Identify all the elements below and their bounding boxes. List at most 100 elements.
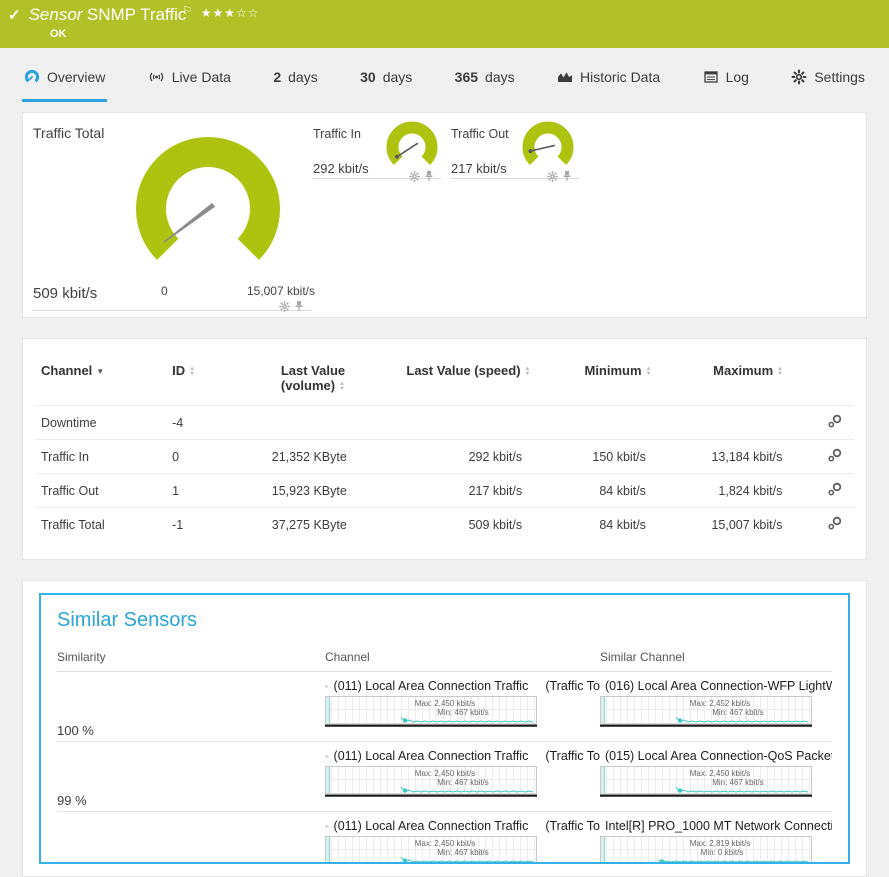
col-channel[interactable]: Channel▼ [35,353,166,406]
channel-mini-graph[interactable]: Max: 2,819 kbit/s Min: 0 kbit/s [600,836,812,864]
col-minimum[interactable]: Minimum▲▼ [556,353,680,406]
sort-icon: ▲▼ [777,367,783,377]
channel-settings-icon[interactable] [827,414,843,431]
channel-table: Channel▼ ID▲▼ Last Value(volume)▲▼ Last … [35,353,854,541]
table-row: Traffic Out 1 15,923 KByte 217 kbit/s 84… [35,474,854,508]
tab-30-days-number: 30 [360,69,376,85]
col-last-value-volume[interactable]: Last Value(volume)▲▼ [245,353,381,406]
similar-channel-link[interactable]: (015) Local Area Connection-QoS Packet S… [600,749,832,763]
sort-icon: ▲▼ [339,382,345,392]
similar-sensors-box: Similar Sensors Similarity Channel Simil… [39,593,850,864]
priority-stars[interactable]: ★★★☆☆ [201,6,260,20]
graph-max-label: Max: 2,450 kbit/s [690,769,750,778]
col-last-value-speed[interactable]: Last Value (speed)▲▼ [381,353,556,406]
gauge-scale-min: 0 [161,284,168,298]
graph-max-label: Max: 2,452 kbit/s [690,699,750,708]
settings-gear-icon [791,69,807,85]
tab-365-days-label: days [485,69,515,85]
gauge-settings-gear-icon[interactable] [547,169,558,187]
tab-historic-data[interactable]: Historic Data [555,62,662,102]
live-data-icon [148,69,165,85]
status-check-icon: ✓ [8,6,21,24]
col-maximum[interactable]: Maximum▲▼ [680,353,816,406]
graph-min-label: Min: 467 kbit/s [712,708,764,717]
graph-min-label: Min: 467 kbit/s [712,778,764,787]
traffic-total-gauge [123,129,293,281]
gauge-settings-gear-icon[interactable] [279,299,290,317]
channel-name[interactable]: Traffic Out [35,474,166,508]
tab-live-data[interactable]: Live Data [146,62,233,102]
similar-row: 85 % (011) Local Area Connection Traffic… [57,812,832,864]
gauge-icon [24,69,40,85]
move-icon [325,681,329,692]
move-icon [325,821,329,832]
channel-mini-graph[interactable]: Max: 2,450 kbit/s Min: 467 kbit/s [325,696,537,727]
tab-settings-label: Settings [814,69,865,85]
col-channel: Channel [325,650,600,664]
gauge-pin-icon[interactable] [294,299,304,317]
col-similar-channel: Similar Channel [600,650,832,664]
similar-sensors-header: Similarity Channel Similar Channel [57,650,832,672]
channel-settings-icon[interactable] [827,448,843,465]
table-row: Traffic Total -1 37,275 KByte 509 kbit/s… [35,508,854,542]
similar-row: 100 % (011) Local Area Connection Traffi… [57,672,832,742]
channel-mini-graph[interactable]: Max: 2,450 kbit/s Min: 467 kbit/s [325,836,537,864]
sort-icon: ▲▼ [525,367,531,377]
similar-sensors-panel: Similar Sensors Similarity Channel Simil… [22,580,867,877]
tab-365-days[interactable]: 365 days [453,62,517,102]
traffic-in-label: Traffic In [313,127,361,141]
flag-icon[interactable]: ⚐ [182,5,192,17]
tab-30-days[interactable]: 30 days [358,62,414,102]
channel-name[interactable]: Downtime [35,406,166,440]
sort-icon: ▲▼ [646,367,652,377]
channel-mini-graph[interactable]: Max: 2,450 kbit/s Min: 467 kbit/s [600,766,812,797]
channel-link[interactable]: (011) Local Area Connection Traffic (Tra… [325,679,600,693]
tab-settings[interactable]: Settings [789,62,867,102]
tab-2-days[interactable]: 2 days [271,62,319,102]
tab-log[interactable]: Log [701,62,751,102]
log-icon [703,69,719,85]
similarity-value: 100 % [57,723,325,741]
graph-max-label: Max: 2,450 kbit/s [415,699,475,708]
graph-min-label: Min: 467 kbit/s [437,848,489,857]
col-id[interactable]: ID▲▼ [166,353,245,406]
graph-min-label: Min: 0 kbit/s [701,848,744,857]
channel-link[interactable]: (011) Local Area Connection Traffic (Tra… [325,819,600,833]
channel-mini-graph[interactable]: Max: 2,450 kbit/s Min: 467 kbit/s [325,766,537,797]
table-row: Traffic In 0 21,352 KByte 292 kbit/s 150… [35,440,854,474]
channel-link[interactable]: (011) Local Area Connection Traffic (Tra… [325,749,600,763]
gauge-panel: Traffic Total 509 kbit/s 0 15,007 kbit/s… [22,112,867,318]
similarity-value: 99 % [57,793,325,811]
gauge-scale-max: 15,007 kbit/s [203,284,315,298]
sensor-title: SNMP Traffic [87,5,187,24]
sort-desc-icon: ▼ [96,367,104,376]
sort-icon: ▲▼ [189,367,195,377]
sensor-header: ✓ Sensor SNMP Traffic⚐ ★★★☆☆ OK [0,0,889,48]
graph-min-label: Min: 467 kbit/s [437,778,489,787]
channel-settings-icon[interactable] [827,482,843,499]
similar-channel-link[interactable]: Intel[R] PRO_1000 MT Network Connection … [600,819,832,833]
gauge-pin-icon[interactable] [424,169,434,187]
traffic-out-label: Traffic Out [451,127,509,141]
channel-settings-icon[interactable] [827,516,843,533]
channel-name[interactable]: Traffic In [35,440,166,474]
traffic-total-label: Traffic Total [33,125,104,141]
channel-mini-graph[interactable]: Max: 2,452 kbit/s Min: 467 kbit/s [600,696,812,727]
channel-name[interactable]: Traffic Total [35,508,166,542]
tab-log-label: Log [726,69,749,85]
similar-channel-link[interactable]: (016) Local Area Connection-WFP LightWei… [600,679,832,693]
tab-live-data-label: Live Data [172,69,231,85]
table-row: Downtime -4 [35,406,854,440]
channel-table-panel: Channel▼ ID▲▼ Last Value(volume)▲▼ Last … [22,338,867,560]
tab-overview[interactable]: Overview [22,62,107,102]
status-badge: OK [50,28,879,40]
tab-overview-label: Overview [47,69,105,85]
gauge-pin-icon[interactable] [562,169,572,187]
historic-chart-icon [557,69,573,85]
graph-min-label: Min: 467 kbit/s [437,708,489,717]
tab-2-days-label: days [288,69,318,85]
tab-2-days-number: 2 [273,69,281,85]
gauge-settings-gear-icon[interactable] [409,169,420,187]
tab-bar: Overview Live Data 2 days 30 days 365 da… [22,62,867,102]
tab-365-days-number: 365 [455,69,478,85]
